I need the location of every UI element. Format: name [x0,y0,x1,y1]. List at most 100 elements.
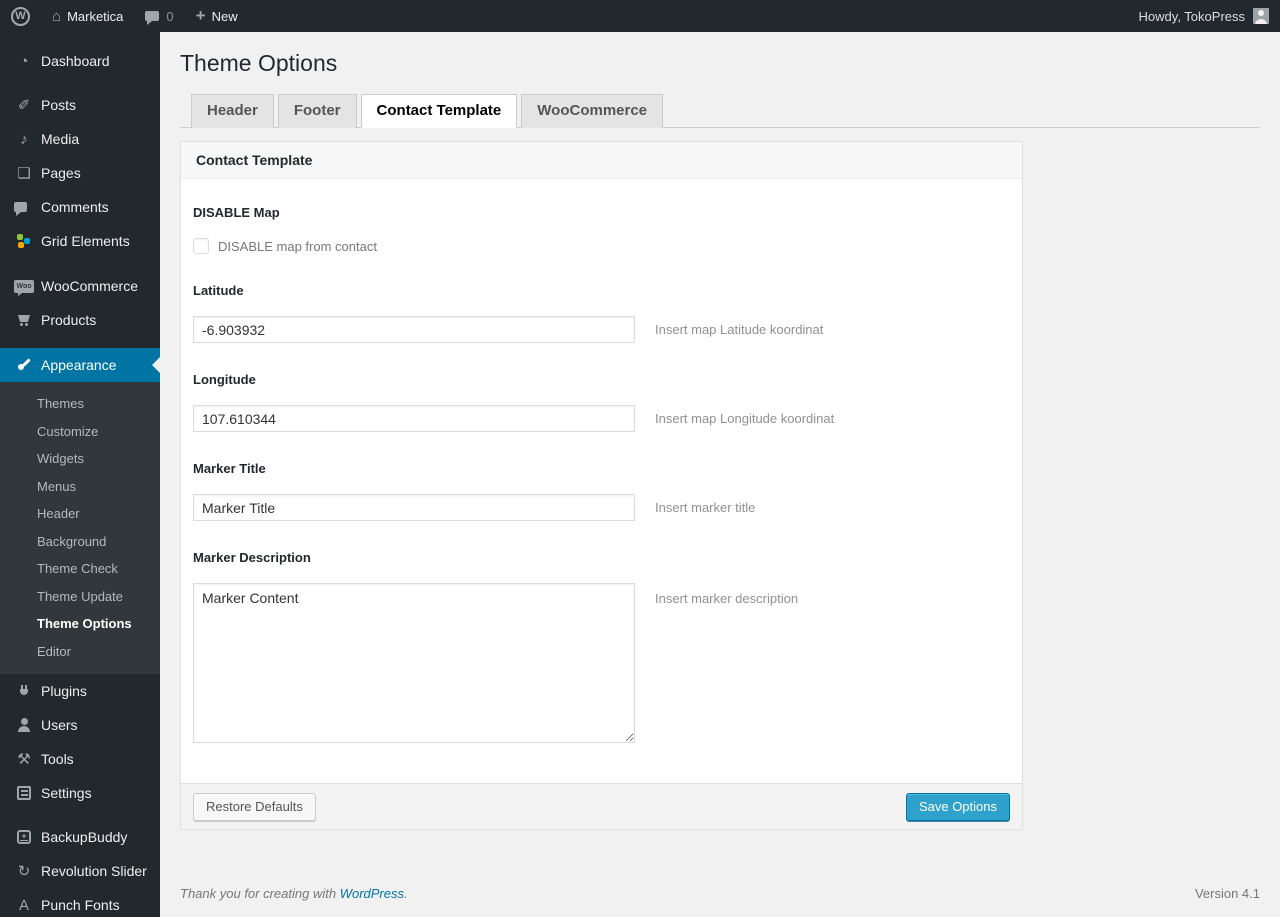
letter-a-icon: A [18,896,29,914]
sidebar-item-posts[interactable]: ✐ Posts [0,88,160,122]
save-options-button[interactable]: Save Options [905,792,1010,821]
sidebar-item-label: Grid Elements [41,233,130,249]
field-label: Latitude [193,283,244,298]
longitude-input[interactable] [193,405,635,432]
menu-separator [0,258,160,269]
account-menu[interactable]: Howdy, TokoPress [1128,0,1280,32]
admin-bar: W ⌂ Marketica 0 + New Howdy, TokoPress [0,0,1280,32]
submenu-item-theme-update[interactable]: Theme Update [0,583,160,611]
thanks-text: Thank you for creating with [180,886,340,901]
sidebar-item-label: Plugins [41,683,87,699]
latitude-input[interactable] [193,316,635,343]
dashboard-icon: ◔ [19,52,29,70]
sidebar-item-label: Settings [41,785,92,801]
sidebar-item-users[interactable]: Users [0,708,160,742]
howdy-label: Howdy, TokoPress [1138,8,1245,24]
wordpress-admin-screen: W ⌂ Marketica 0 + New Howdy, TokoPress ◔… [0,0,1280,917]
submenu-item-editor[interactable]: Editor [0,638,160,666]
new-content-link[interactable]: + New [185,0,249,32]
page-title: Theme Options [180,50,338,76]
sidebar-item-tools[interactable]: ⚒ Tools [0,742,160,776]
comments-icon [14,202,34,216]
checkbox-label: DISABLE map from contact [218,238,377,254]
field-marker-description: Marker Description Marker Content Insert… [193,550,1010,743]
restore-defaults-button[interactable]: Restore Defaults [193,792,316,821]
sidebar-item-settings[interactable]: Settings [0,776,160,810]
tab-footer[interactable]: Footer [277,94,357,128]
sidebar-item-dashboard[interactable]: ◔ Dashboard [0,44,160,78]
admin-footer: Thank you for creating with WordPress. V… [180,886,1260,901]
field-description: Insert map Longitude koordinat [655,410,835,426]
avatar [1253,8,1269,24]
panel-header: Contact Template [181,142,1022,179]
sidebar-item-pages[interactable]: ❏ Pages [0,156,160,190]
version-label: Version 4.1 [1194,886,1260,901]
admin-bar-left: W ⌂ Marketica 0 + New [0,0,249,32]
menu-separator [0,810,160,820]
sidebar-item-label: BackupBuddy [41,829,128,845]
wordpress-link[interactable]: WordPress [340,886,404,901]
submenu-item-header[interactable]: Header [0,500,160,528]
input-row: Insert map Longitude koordinat [193,405,1010,432]
marker-description-textarea[interactable]: Marker Content [193,583,635,743]
settings-sliders-icon [14,786,34,800]
sidebar-item-woocommerce[interactable]: Woo WooCommerce [0,269,160,303]
sidebar-item-label: Media [41,131,80,147]
sidebar-item-comments[interactable]: Comments [0,190,160,224]
contact-template-panel: Contact Template DISABLE Map DISABLE map… [180,141,1023,830]
tools-icon: ⚒ [17,751,31,768]
site-name-link[interactable]: ⌂ Marketica [41,0,134,32]
sidebar-item-punch-fonts[interactable]: A Punch Fonts [0,888,160,917]
field-description: Insert marker title [655,499,756,515]
submenu-item-themes[interactable]: Themes [0,390,160,418]
submenu-item-customize[interactable]: Customize [0,418,160,446]
sidebar-item-label: Posts [41,97,77,113]
content-area: Theme Options Header Footer Contact Temp… [160,32,1280,917]
field-label: DISABLE Map [193,205,280,220]
admin-bar-comments-link[interactable]: 0 [134,0,184,32]
submenu-item-menus[interactable]: Menus [0,473,160,501]
submenu-item-theme-check[interactable]: Theme Check [0,555,160,583]
admin-sidebar: ◔ Dashboard ✐ Posts ♪ Media ❏ Pages Comm… [0,32,160,917]
sidebar-item-label: Tools [41,751,74,767]
sidebar-item-label: Products [41,312,97,328]
field-latitude: Latitude Insert map Latitude koordinat [193,283,1010,343]
sidebar-item-appearance[interactable]: Appearance [0,348,160,382]
sidebar-item-label: Appearance [41,357,117,373]
field-label: Marker Description [193,550,311,565]
appearance-submenu: Themes Customize Widgets Menus Header Ba… [0,382,160,674]
tab-contact-template[interactable]: Contact Template [360,94,518,128]
sidebar-item-label: Dashboard [41,53,110,69]
paintbrush-icon [14,357,34,373]
sidebar-item-plugins[interactable]: Plugins [0,674,160,708]
thanks-period: . [404,886,408,901]
disable-map-checkbox[interactable] [193,238,209,254]
sidebar-item-label: Comments [41,199,109,215]
posts-icon: ✐ [17,97,31,114]
person-icon [14,717,34,733]
sidebar-item-products[interactable]: Products [0,303,160,337]
cart-icon [14,312,34,328]
plus-icon: + [195,5,206,25]
submenu-item-theme-options[interactable]: Theme Options [0,610,160,638]
submenu-item-widgets[interactable]: Widgets [0,445,160,473]
submenu-item-background[interactable]: Background [0,528,160,556]
tab-header[interactable]: Header [191,94,274,128]
sidebar-item-revolution-slider[interactable]: ↻ Revolution Slider [0,854,160,888]
sidebar-item-grid-elements[interactable]: Grid Elements [0,224,160,258]
field-description: Insert map Latitude koordinat [655,321,824,337]
sidebar-item-media[interactable]: ♪ Media [0,122,160,156]
sidebar-item-backupbuddy[interactable]: BackupBuddy [0,820,160,854]
home-icon: ⌂ [52,7,62,25]
grid-elements-icon [14,233,34,249]
tab-bar: Header Footer Contact Template WooCommer… [180,94,1260,128]
comment-count-badge: 0 [166,8,174,24]
marker-title-input[interactable] [193,494,635,521]
new-label: New [211,8,238,24]
panel-footer: Restore Defaults Save Options [181,783,1022,829]
pages-icon: ❏ [17,165,31,182]
tab-woocommerce[interactable]: WooCommerce [521,94,664,128]
wp-logo-menu[interactable]: W [0,0,41,32]
sidebar-item-label: WooCommerce [41,278,138,294]
menu-separator [0,337,160,348]
